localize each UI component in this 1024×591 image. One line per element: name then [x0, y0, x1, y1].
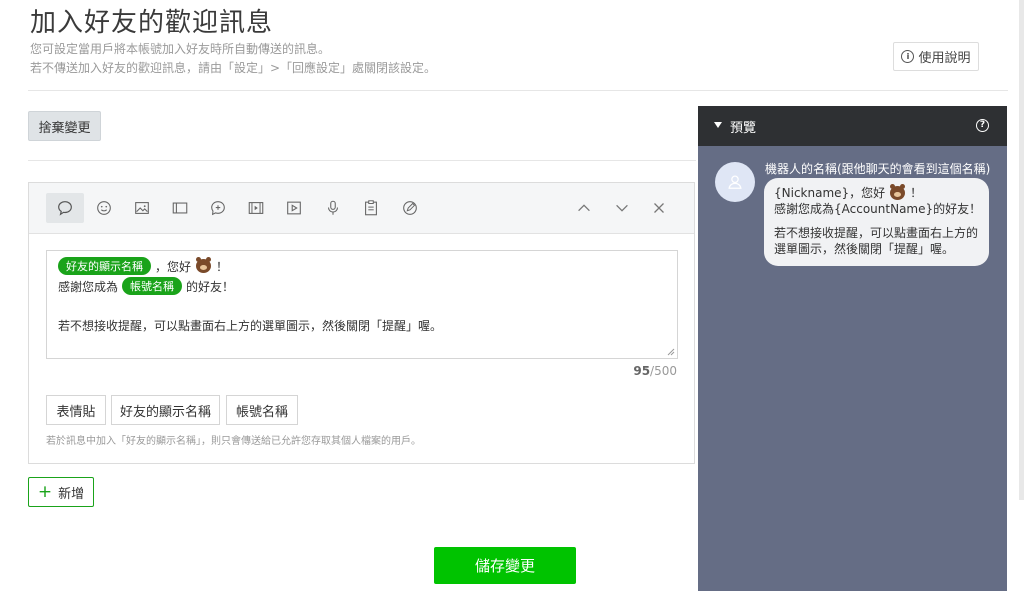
help-question-icon[interactable]: ?: [976, 119, 989, 132]
message-line-3: 若不想接收提醒，可以點畫面右上方的選單圖示，然後關閉「提醒」喔。: [58, 319, 443, 333]
message-text-area[interactable]: 好友的顯示名稱 ，您好 ！ 感謝您成為 帳號名稱 的好友！ 若不想接收提醒，可以…: [46, 250, 678, 359]
close-icon: [654, 203, 664, 213]
survey-tool[interactable]: [352, 193, 390, 223]
chevron-down-icon: [616, 204, 628, 212]
move-down-button[interactable]: [603, 193, 641, 223]
message-text: ！: [216, 259, 229, 274]
message-text: ，您好: [155, 259, 192, 274]
delete-message-button[interactable]: [640, 193, 678, 223]
preview-spacer: [774, 217, 979, 225]
preview-message-bubble: {Nickname}，您好 ！ 感謝您成為{AccountName}的好友！ 若…: [764, 178, 989, 266]
move-up-button[interactable]: [565, 193, 603, 223]
bot-avatar: [715, 162, 755, 202]
preview-text: ！: [910, 186, 923, 200]
microphone-icon: [327, 200, 339, 215]
card-icon: [172, 202, 188, 214]
voice-tool[interactable]: [314, 193, 352, 223]
preview-header[interactable]: 預覽 ?: [698, 106, 1007, 146]
plus-icon: +: [37, 481, 53, 502]
brown-bear-emoji-icon: [890, 184, 906, 200]
text-bubble-tool[interactable]: [46, 193, 84, 223]
bot-name: 機器人的名稱(跟他聊天的會看到這個名稱): [765, 162, 991, 176]
preview-title: 預覽: [730, 121, 757, 136]
video-icon: [248, 202, 264, 214]
rich-message-icon: [403, 201, 417, 215]
chevron-up-icon: [578, 204, 590, 212]
sticker-tool[interactable]: [85, 193, 123, 223]
sticker-icon: [97, 201, 111, 215]
preview-line-3: 若不想接收提醒，可以點畫面右上方的: [774, 226, 979, 240]
add-message-button[interactable]: + 新增: [28, 477, 94, 507]
message-line-1: 好友的顯示名稱 ，您好 ！: [58, 257, 228, 275]
insert-account-name-button[interactable]: 帳號名稱: [226, 395, 298, 425]
description-line-1: 您可設定當用戶將本帳號加入好友時所自動傳送的訊息。: [30, 42, 331, 56]
rich-message-tool[interactable]: [391, 193, 429, 223]
nickname-note: 若於訊息中加入「好友的顯示名稱」，則只會傳送給已允許您存取其個人檔案的用戶。: [46, 436, 421, 447]
character-max: /500: [650, 364, 677, 378]
message-text: 的好友！: [186, 279, 235, 294]
message-text: 感謝您成為: [58, 279, 119, 294]
page-title: 加入好友的歡迎訊息: [30, 8, 274, 38]
add-button-label: 新增: [58, 486, 85, 502]
coupon-icon: [211, 201, 225, 216]
account-name-tag[interactable]: 帳號名稱: [122, 277, 183, 295]
insert-emoji-button[interactable]: 表情貼: [46, 395, 106, 425]
character-counter: 95/500: [600, 364, 677, 378]
insert-nickname-button[interactable]: 好友的顯示名稱: [111, 395, 220, 425]
image-icon: [135, 202, 149, 214]
survey-icon: [365, 200, 377, 216]
coupon-tool[interactable]: [199, 193, 237, 223]
help-button-label: 使用說明: [918, 51, 971, 66]
preview-line-4: 選單圖示，然後關閉「提醒」喔。: [774, 242, 955, 256]
preview-line-1: {Nickname}，您好 ！: [774, 184, 979, 201]
brown-bear-emoji-icon: [196, 257, 212, 273]
preview-text: {Nickname}，您好: [774, 186, 886, 200]
info-icon: i: [901, 50, 915, 63]
preview-line-2: 感謝您成為{AccountName}的好友！: [774, 202, 982, 216]
description-line-2: 若不傳送加入好友的歡迎訊息，請由「設定」>「回應設定」處關閉該設定。: [30, 61, 437, 75]
resize-handle-icon[interactable]: [667, 348, 675, 356]
discard-changes-button[interactable]: 捨棄變更: [28, 111, 101, 141]
save-changes-button[interactable]: 儲存變更: [434, 547, 576, 584]
page-scrollbar[interactable]: [1019, 0, 1024, 500]
preview-panel: 預覽 ? 機器人的名稱(跟他聊天的會看到這個名稱) {Nickname}，您好 …: [698, 106, 1007, 591]
help-button[interactable]: i 使用說明: [893, 42, 979, 71]
message-line-2: 感謝您成為 帳號名稱 的好友！: [58, 277, 234, 295]
image-tool[interactable]: [123, 193, 161, 223]
video-tool[interactable]: [237, 193, 275, 223]
text-bubble-icon: [58, 201, 72, 216]
play-icon: [287, 201, 301, 215]
nickname-tag[interactable]: 好友的顯示名稱: [58, 257, 151, 275]
character-count: 95: [633, 364, 651, 378]
play-tool[interactable]: [275, 193, 313, 223]
divider: [28, 160, 696, 161]
user-icon: [728, 175, 742, 189]
divider: [28, 90, 1008, 91]
caret-down-icon: [714, 122, 722, 128]
card-tool[interactable]: [161, 193, 199, 223]
message-type-toolbar: [29, 183, 694, 234]
